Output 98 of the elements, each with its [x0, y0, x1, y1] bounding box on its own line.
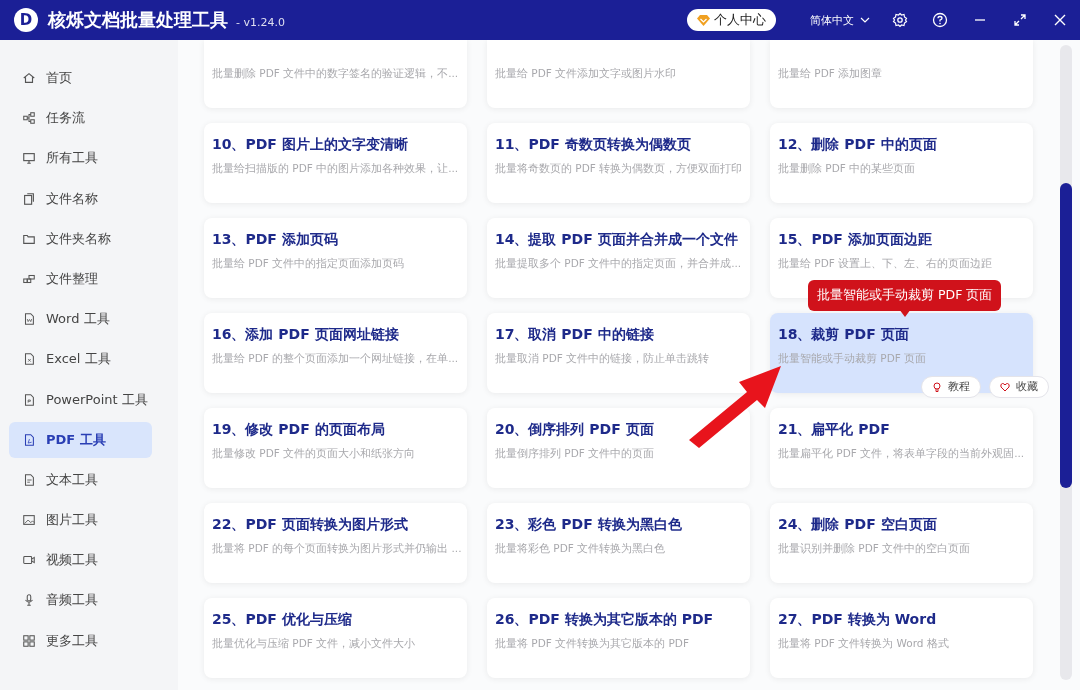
sidebar-item[interactable]: PDF 工具 [9, 421, 152, 458]
tool-card[interactable]: 19、修改 PDF 的页面布局 批量修改 PDF 文件的页面大小和纸张方向 [204, 408, 467, 488]
card-title: 17、取消 PDF 中的链接 [495, 325, 655, 343]
card-title: 27、PDF 转换为 Word [778, 610, 938, 628]
card-title: 25、PDF 优化与压缩 [212, 610, 353, 628]
help-icon[interactable] [932, 12, 948, 28]
card-description: 批量智能或手动裁剪 PDF 页面 [778, 351, 928, 365]
card-title: 19、修改 PDF 的页面布局 [212, 420, 386, 438]
tool-card[interactable]: 17、取消 PDF 中的链接 批量取消 PDF 文件中的链接，防止单击跳转 [487, 313, 750, 393]
card-title: 14、提取 PDF 页面并合并成一个文件 [495, 230, 739, 248]
document-icon [22, 352, 36, 367]
tool-card[interactable]: 26、PDF 转换为其它版本的 PDF 批量将 PDF 文件转换为其它版本的 PDF [487, 598, 750, 678]
sidebar-item[interactable]: 文件名称 [9, 180, 152, 217]
sidebar-item[interactable]: 文件夹名称 [9, 220, 152, 257]
monitor-icon [22, 151, 36, 166]
sidebar-item[interactable]: 所有工具 [9, 140, 152, 177]
card-description: 批量修改 PDF 文件的页面大小和纸张方向 [212, 446, 417, 460]
card-description: 批量倒序排列 PDF 文件中的页面 [495, 446, 656, 460]
lightbulb-icon [932, 382, 942, 392]
card-description: 批量删除 PDF 文件中的数字签名的验证逻辑，不... [212, 66, 457, 80]
document-icon [22, 312, 36, 327]
home-icon [22, 71, 36, 85]
card-description: 批量给 PDF 文件添加文字或图片水印 [495, 66, 678, 80]
tool-card[interactable]: 13、PDF 添加页码 批量给 PDF 文件中的指定页面添加页码 [204, 218, 467, 298]
tool-card[interactable]: 12、删除 PDF 中的页面 批量删除 PDF 中的某些页面 [770, 123, 1033, 203]
card-title: 24、删除 PDF 空白页面 [778, 515, 938, 533]
card-title: 21、扁平化 PDF [778, 420, 891, 438]
sidebar-item[interactable]: 更多工具 [9, 622, 152, 659]
card-description: 批量将 PDF 文件转换为其它版本的 PDF [495, 636, 690, 650]
microphone-icon [22, 593, 36, 608]
tutorial-button[interactable]: 教程 [921, 376, 981, 398]
heart-icon [1000, 382, 1010, 392]
card-title: 12、删除 PDF 中的页面 [778, 135, 938, 153]
card-title: 10、PDF 图片上的文字变清晰 [212, 135, 409, 153]
app-logo: D [14, 8, 38, 32]
app-title: 核烁文档批量处理工具 [48, 8, 228, 32]
tool-card[interactable]: 16、添加 PDF 页面网址链接 批量给 PDF 的整个页面添加一个网址链接，在单... [204, 313, 467, 393]
tool-card[interactable]: 14、提取 PDF 页面并合并成一个文件 批量提取多个 PDF 文件中的指定页面，并合并成... [487, 218, 750, 298]
card-title: 15、PDF 添加页面边距 [778, 230, 933, 248]
favorite-button[interactable]: 收藏 [989, 376, 1049, 398]
sidebar-item[interactable]: 视频工具 [9, 542, 152, 579]
tool-card[interactable]: 10、PDF 图片上的文字变清晰 批量给扫描版的 PDF 中的图片添加各种效果，让... [204, 123, 467, 203]
card-title: 26、PDF 转换为其它版本的 PDF [495, 610, 715, 628]
card-description: 批量取消 PDF 文件中的链接，防止单击跳转 [495, 351, 711, 365]
card-description: 批量提取多个 PDF 文件中的指定页面，并合并成... [495, 256, 740, 270]
tool-card[interactable]: 27、PDF 转换为 Word 批量将 PDF 文件转换为 Word 格式 [770, 598, 1033, 678]
sidebar-item[interactable]: 图片工具 [9, 502, 152, 539]
tooltip-pointer [898, 309, 911, 317]
card-description: 批量给 PDF 添加图章 [778, 66, 884, 80]
card-description: 批量将彩色 PDF 文件转换为黑白色 [495, 541, 667, 555]
card-description: 批量给 PDF 文件中的指定页面添加页码 [212, 256, 406, 270]
card-title: 20、倒序排列 PDF 页面 [495, 420, 655, 438]
card-title: 11、PDF 奇数页转换为偶数页 [495, 135, 692, 153]
card-title: 18、裁剪 PDF 页面 [778, 325, 910, 343]
card-description: 批量扁平化 PDF 文件，将表单字段的当前外观固... [778, 446, 1023, 460]
sidebar-item[interactable]: Word 工具 [9, 301, 152, 338]
grid-icon [22, 633, 36, 648]
text-file-icon [22, 472, 36, 487]
tool-card[interactable]: 24、删除 PDF 空白页面 批量识别并删除 PDF 文件中的空白页面 [770, 503, 1033, 583]
card-description: 批量给 PDF 的整个页面添加一个网址链接，在单... [212, 351, 457, 365]
close-icon[interactable] [1052, 12, 1068, 28]
tool-card[interactable]: 21、扁平化 PDF 批量扁平化 PDF 文件，将表单字段的当前外观固... [770, 408, 1033, 488]
card-description: 批量给扫描版的 PDF 中的图片添加各种效果，让... [212, 161, 457, 175]
card-description: 批量将奇数页的 PDF 转换为偶数页，方便双面打印 [495, 161, 740, 175]
account-button[interactable]: 个人中心 [687, 9, 776, 31]
settings-icon[interactable] [892, 12, 908, 28]
tool-card[interactable]: 23、彩色 PDF 转换为黑白色 批量将彩色 PDF 文件转换为黑白色 [487, 503, 750, 583]
flow-icon [22, 111, 36, 126]
tool-card[interactable]: 11、PDF 奇数页转换为偶数页 批量将奇数页的 PDF 转换为偶数页，方便双面打印 [487, 123, 750, 203]
sidebar-item[interactable]: PowerPoint 工具 [9, 381, 152, 418]
image-icon [22, 513, 36, 528]
files-icon [22, 191, 36, 206]
tool-card[interactable]: 22、PDF 页面转换为图片形式 批量将 PDF 的每个页面转换为图片形式并仍输出 ... [204, 503, 467, 583]
card-title: 23、彩色 PDF 转换为黑白色 [495, 515, 683, 533]
card-title: 13、PDF 添加页码 [212, 230, 339, 248]
scrollbar[interactable] [1060, 45, 1072, 680]
tool-card[interactable]: 20、倒序排列 PDF 页面 批量倒序排列 PDF 文件中的页面 [487, 408, 750, 488]
card-description: 批量优化与压缩 PDF 文件，减小文件大小 [212, 636, 417, 650]
sidebar-item[interactable]: 首页 [9, 60, 152, 96]
maximize-icon[interactable] [1012, 12, 1028, 28]
card-title: 22、PDF 页面转换为图片形式 [212, 515, 409, 533]
document-icon [22, 432, 36, 447]
card-description: 批量删除 PDF 中的某些页面 [778, 161, 917, 175]
sidebar-item[interactable]: 文本工具 [9, 461, 152, 498]
card-title: 16、添加 PDF 页面网址链接 [212, 325, 400, 343]
sidebar-item[interactable]: 文件整理 [9, 260, 152, 297]
sidebar-item[interactable]: 任务流 [9, 100, 152, 137]
diamond-icon [697, 14, 710, 26]
card-description: 批量将 PDF 文件转换为 Word 格式 [778, 636, 950, 650]
card-description: 批量给 PDF 设置上、下、左、右的页面边距 [778, 256, 994, 270]
sidebar-item[interactable]: 音频工具 [9, 582, 152, 619]
card-description: 批量识别并删除 PDF 文件中的空白页面 [778, 541, 972, 555]
tool-card[interactable]: 25、PDF 优化与压缩 批量优化与压缩 PDF 文件，减小文件大小 [204, 598, 467, 678]
chevron-down-icon [860, 17, 870, 23]
language-selector[interactable]: 简体中文 [810, 12, 870, 28]
version-label: - v1.24.0 [236, 15, 285, 29]
sidebar-item[interactable]: Excel 工具 [9, 341, 152, 378]
document-icon [22, 392, 36, 407]
